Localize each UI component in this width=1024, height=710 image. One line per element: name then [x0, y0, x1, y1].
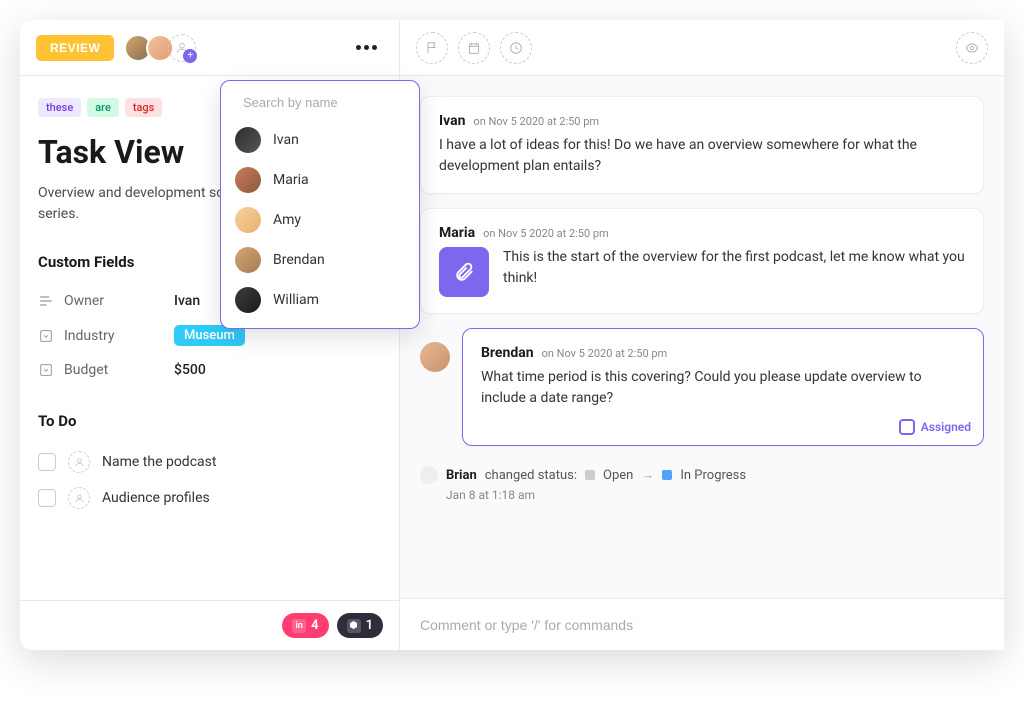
- field-label: Owner: [64, 293, 164, 309]
- pill-count: 1: [366, 618, 373, 633]
- checkbox[interactable]: [38, 489, 56, 507]
- assignee-placeholder[interactable]: [68, 451, 90, 473]
- status-dot-icon: [662, 470, 672, 480]
- comment-body: I have a lot of ideas for this! Do we ha…: [439, 135, 965, 177]
- comment[interactable]: Brendan on Nov 5 2020 at 2:50 pm What ti…: [462, 328, 984, 446]
- person-icon: [74, 493, 85, 504]
- plus-badge-icon: +: [183, 49, 197, 63]
- comment-composer[interactable]: [400, 598, 1004, 650]
- flag-button[interactable]: [416, 32, 448, 64]
- dropdown-item[interactable]: William: [221, 280, 419, 320]
- person-icon: [74, 457, 85, 468]
- attachment-icon[interactable]: [439, 247, 489, 297]
- person-name: William: [273, 292, 319, 308]
- tag[interactable]: these: [38, 98, 81, 117]
- clock-icon: [509, 41, 523, 55]
- comment-time: on Nov 5 2020 at 2:50 pm: [542, 347, 668, 360]
- add-assignee-button[interactable]: +: [168, 34, 196, 62]
- invision-icon: in: [292, 619, 306, 633]
- comment-author: Ivan: [439, 113, 465, 129]
- avatar: [235, 287, 261, 313]
- right-topbar: [400, 20, 1004, 76]
- left-topbar: REVIEW +: [20, 20, 399, 76]
- comment-author: Maria: [439, 225, 475, 241]
- avatar: [235, 167, 261, 193]
- field-value[interactable]: Ivan: [174, 293, 200, 309]
- person-name: Ivan: [273, 132, 299, 148]
- custom-field-budget: Budget $500: [38, 354, 381, 386]
- dropdown-item[interactable]: Maria: [221, 160, 419, 200]
- comment-body: This is the start of the overview for th…: [503, 247, 965, 289]
- todo-item[interactable]: Name the podcast: [38, 444, 381, 480]
- field-label: Budget: [64, 362, 164, 378]
- status-user: Brian: [446, 468, 477, 483]
- comment-time: on Nov 5 2020 at 2:50 pm: [473, 115, 599, 128]
- comment-body: What time period is this covering? Could…: [481, 367, 965, 409]
- lines-icon: [38, 293, 54, 309]
- search-input[interactable]: [243, 95, 419, 110]
- status-time: Jan 8 at 1:18 am: [446, 488, 984, 502]
- dropdown-icon: [38, 362, 54, 378]
- avatar: [420, 466, 438, 484]
- tag[interactable]: are: [87, 98, 119, 117]
- todo-item[interactable]: Audience profiles: [38, 480, 381, 516]
- avatar: [235, 207, 261, 233]
- paperclip-icon: [453, 261, 475, 283]
- right-panel: Ivan on Nov 5 2020 at 2:50 pm I have a l…: [400, 20, 1004, 650]
- figma-icon: ⬢: [347, 619, 361, 633]
- comment-author: Brendan: [481, 345, 534, 361]
- person-name: Maria: [273, 172, 309, 188]
- more-menu-button[interactable]: [350, 39, 383, 56]
- time-button[interactable]: [500, 32, 532, 64]
- todo-text: Name the podcast: [102, 454, 216, 470]
- comments-area: Ivan on Nov 5 2020 at 2:50 pm I have a l…: [400, 76, 1004, 598]
- dropdown-item[interactable]: Ivan: [221, 120, 419, 160]
- status-change-event: Brian changed status: Open → In Progress: [420, 460, 984, 486]
- avatar: [235, 127, 261, 153]
- comment[interactable]: Maria on Nov 5 2020 at 2:50 pm This is t…: [420, 208, 984, 314]
- pill-count: 4: [311, 618, 318, 633]
- assigned-label: Assigned: [921, 420, 971, 434]
- status-from: Open: [603, 468, 633, 483]
- person-name: Brendan: [273, 252, 325, 268]
- todo-heading: To Do: [38, 412, 381, 430]
- attachment-pill-figma[interactable]: ⬢ 1: [337, 613, 383, 638]
- checkbox[interactable]: [38, 453, 56, 471]
- field-label: Industry: [64, 328, 164, 344]
- comment-input[interactable]: [420, 617, 984, 633]
- assignee-placeholder[interactable]: [68, 487, 90, 509]
- assignee-avatars: +: [124, 34, 196, 62]
- status-verb: changed status:: [485, 468, 577, 483]
- checkbox-icon: [899, 419, 915, 435]
- status-dot-icon: [585, 470, 595, 480]
- dropdown-search: [221, 89, 419, 120]
- calendar-button[interactable]: [458, 32, 490, 64]
- comment-avatar[interactable]: [420, 342, 450, 372]
- avatar: [235, 247, 261, 273]
- assigned-badge[interactable]: Assigned: [899, 419, 971, 435]
- flag-icon: [425, 41, 439, 55]
- status-to: In Progress: [680, 468, 746, 483]
- person-name: Amy: [273, 212, 301, 228]
- people-dropdown[interactable]: Ivan Maria Amy Brendan William: [220, 80, 420, 329]
- eye-icon: [965, 41, 979, 55]
- dropdown-item[interactable]: Amy: [221, 200, 419, 240]
- comment-time: on Nov 5 2020 at 2:50 pm: [483, 227, 609, 240]
- tag[interactable]: tags: [125, 98, 163, 117]
- app-window: REVIEW + these are tags Task View Overvi…: [20, 20, 1004, 650]
- dropdown-item[interactable]: Brendan: [221, 240, 419, 280]
- comment[interactable]: Ivan on Nov 5 2020 at 2:50 pm I have a l…: [420, 96, 984, 194]
- review-button[interactable]: REVIEW: [36, 35, 114, 61]
- todo-section: To Do Name the podcast Audience profiles: [38, 412, 381, 516]
- calendar-icon: [467, 41, 481, 55]
- todo-text: Audience profiles: [102, 490, 210, 506]
- dropdown-icon: [38, 328, 54, 344]
- attachment-pill-invision[interactable]: in 4: [282, 613, 328, 638]
- left-bottom-bar: in 4 ⬢ 1: [20, 600, 399, 650]
- field-value[interactable]: $500: [174, 362, 206, 378]
- watch-button[interactable]: [956, 32, 988, 64]
- arrow-icon: →: [641, 467, 654, 483]
